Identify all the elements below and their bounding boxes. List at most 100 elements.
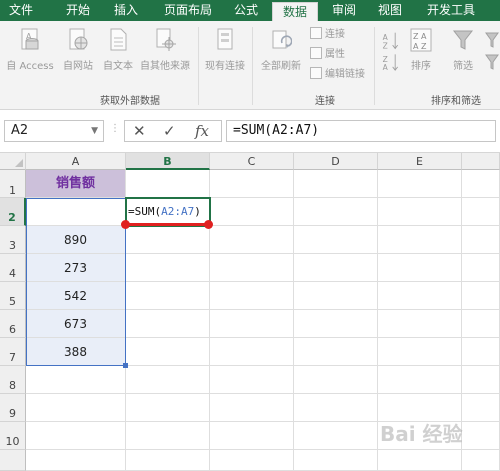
from-text-button[interactable]: 自文本: [98, 27, 138, 72]
cell-d2[interactable]: [294, 198, 378, 226]
row-header-9[interactable]: 9: [0, 394, 26, 422]
cell-d8[interactable]: [294, 366, 378, 394]
row-header-3[interactable]: 3: [0, 226, 26, 254]
cell-e4[interactable]: [378, 254, 462, 282]
cell-f1[interactable]: [462, 170, 500, 198]
formula-input[interactable]: =SUM(A2:A7): [226, 120, 496, 142]
filter-button[interactable]: 筛选: [446, 27, 480, 72]
row-header-1[interactable]: 1: [0, 170, 26, 198]
cell-a10[interactable]: [26, 422, 126, 450]
cell-a11[interactable]: [26, 450, 126, 471]
cell-d5[interactable]: [294, 282, 378, 310]
from-other-sources-button[interactable]: 自其他来源: [136, 27, 194, 72]
chevron-down-icon[interactable]: ▼: [91, 121, 98, 141]
row-header-2[interactable]: 2: [0, 198, 26, 226]
cell-c2[interactable]: [210, 198, 294, 226]
name-box[interactable]: A2 ▼: [4, 120, 104, 142]
cell-f2[interactable]: [462, 198, 500, 226]
cell-d6[interactable]: [294, 310, 378, 338]
row-header-11[interactable]: [0, 450, 26, 471]
existing-connections-button[interactable]: 现有连接: [200, 27, 250, 72]
cell-f7[interactable]: [462, 338, 500, 366]
cell-c9[interactable]: [210, 394, 294, 422]
cell-b11[interactable]: [126, 450, 210, 471]
cell-e1[interactable]: [378, 170, 462, 198]
cell-f6[interactable]: [462, 310, 500, 338]
cell-b1[interactable]: [126, 170, 210, 198]
tab-view[interactable]: 视图: [372, 0, 408, 21]
column-header-d[interactable]: D: [294, 153, 378, 170]
cell-f9[interactable]: [462, 394, 500, 422]
cell-a2[interactable]: [26, 198, 126, 226]
cell-a1[interactable]: 销售额: [26, 170, 126, 198]
cell-f5[interactable]: [462, 282, 500, 310]
cell-c10[interactable]: [210, 422, 294, 450]
cell-e7[interactable]: [378, 338, 462, 366]
from-access-button[interactable]: A 自 Access: [4, 27, 56, 72]
cell-d1[interactable]: [294, 170, 378, 198]
cell-b2-formula[interactable]: =SUM(A2:A7): [126, 198, 210, 226]
cell-b6[interactable]: [126, 310, 210, 338]
row-header-5[interactable]: 5: [0, 282, 26, 310]
cell-c3[interactable]: [210, 226, 294, 254]
cell-a8[interactable]: [26, 366, 126, 394]
drag-handle-icon[interactable]: ⋮: [110, 123, 120, 134]
cell-f8[interactable]: [462, 366, 500, 394]
cell-a4[interactable]: 273: [26, 254, 126, 282]
cancel-icon[interactable]: ✕: [133, 121, 146, 141]
enter-check-icon[interactable]: ✓: [163, 121, 176, 141]
cell-c11[interactable]: [210, 450, 294, 471]
cell-c6[interactable]: [210, 310, 294, 338]
cell-b4[interactable]: [126, 254, 210, 282]
cell-a9[interactable]: [26, 394, 126, 422]
cell-b3[interactable]: [126, 226, 210, 254]
cell-d9[interactable]: [294, 394, 378, 422]
connections-button[interactable]: 连接: [310, 27, 345, 43]
cell-c8[interactable]: [210, 366, 294, 394]
cell-c4[interactable]: [210, 254, 294, 282]
cell-f3[interactable]: [462, 226, 500, 254]
sort-button[interactable]: Z A A Z 排序: [404, 27, 438, 72]
row-header-10[interactable]: 10: [0, 422, 26, 450]
tab-home[interactable]: 开始: [60, 0, 96, 21]
tab-review[interactable]: 审阅: [326, 0, 362, 21]
tab-developer[interactable]: 开发工具: [420, 0, 482, 21]
row-header-8[interactable]: 8: [0, 366, 26, 394]
tab-file[interactable]: 文件: [0, 0, 42, 21]
cell-a3[interactable]: 890: [26, 226, 126, 254]
tab-data[interactable]: 数据: [272, 2, 318, 21]
cell-b9[interactable]: [126, 394, 210, 422]
tab-page-layout[interactable]: 页面布局: [158, 0, 218, 21]
cell-e8[interactable]: [378, 366, 462, 394]
cell-d10[interactable]: [294, 422, 378, 450]
column-header-b[interactable]: B: [126, 153, 210, 170]
edit-links-button[interactable]: 编辑链接: [310, 67, 365, 83]
cell-f11[interactable]: [462, 450, 500, 471]
column-header-a[interactable]: A: [26, 153, 126, 170]
cell-e5[interactable]: [378, 282, 462, 310]
cell-a6[interactable]: 673: [26, 310, 126, 338]
cell-c7[interactable]: [210, 338, 294, 366]
column-header-c[interactable]: C: [210, 153, 294, 170]
cell-e2[interactable]: [378, 198, 462, 226]
cell-e6[interactable]: [378, 310, 462, 338]
cell-a7[interactable]: 388: [26, 338, 126, 366]
advanced-filter-button[interactable]: [484, 29, 500, 82]
cell-b10[interactable]: [126, 422, 210, 450]
tab-insert[interactable]: 插入: [108, 0, 144, 21]
sort-az-button[interactable]: A Z Z A: [378, 29, 404, 76]
cell-b7[interactable]: [126, 338, 210, 366]
tab-formulas[interactable]: 公式: [228, 0, 264, 21]
row-header-7[interactable]: 7: [0, 338, 26, 366]
insert-function-icon[interactable]: fx: [195, 121, 209, 141]
cell-f4[interactable]: [462, 254, 500, 282]
row-header-4[interactable]: 4: [0, 254, 26, 282]
cell-d7[interactable]: [294, 338, 378, 366]
refresh-all-button[interactable]: 全部刷新: [256, 27, 306, 72]
cell-b8[interactable]: [126, 366, 210, 394]
select-all-corner[interactable]: [0, 153, 26, 170]
row-header-6[interactable]: 6: [0, 310, 26, 338]
from-web-button[interactable]: 自网站: [58, 27, 98, 72]
cell-d4[interactable]: [294, 254, 378, 282]
cell-e11[interactable]: [378, 450, 462, 471]
